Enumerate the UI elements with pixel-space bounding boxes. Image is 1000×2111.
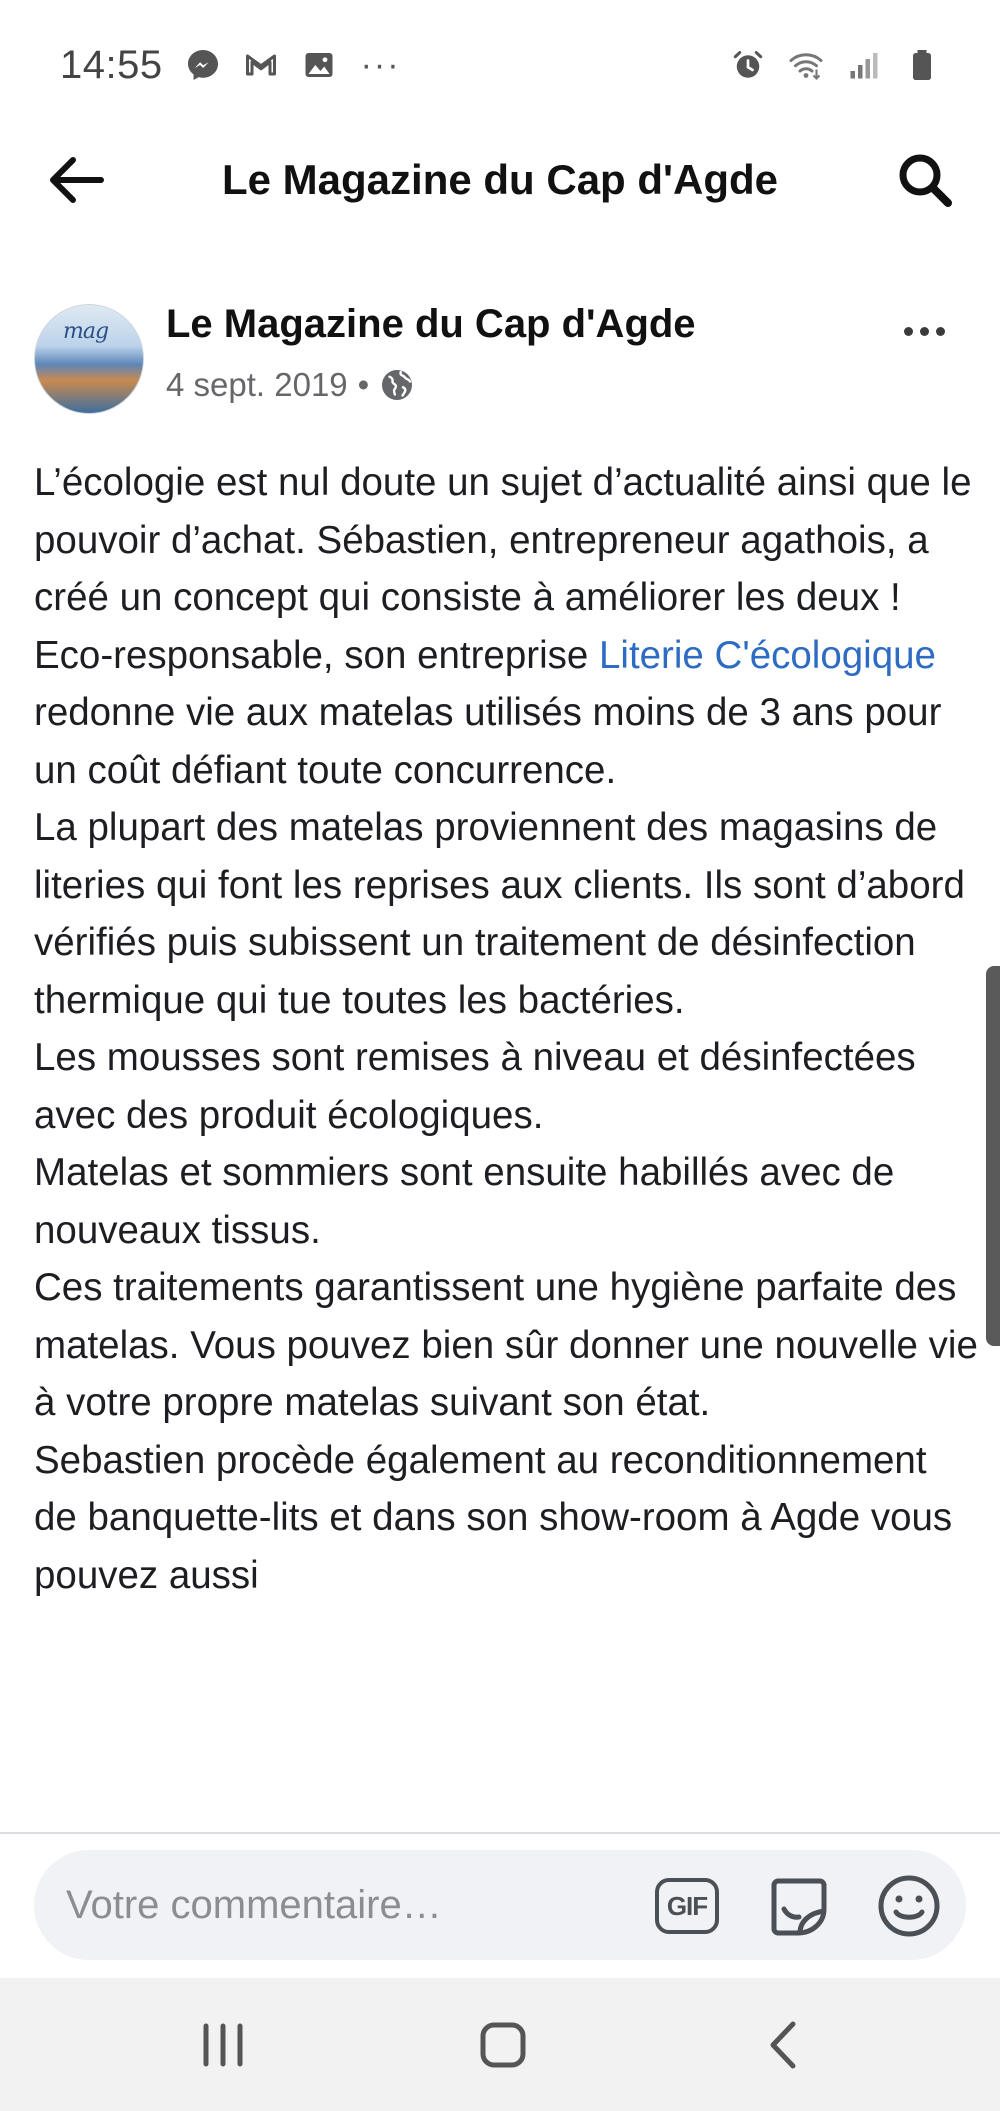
sticker-icon <box>771 1878 827 1936</box>
post-header: mag Le Magazine du Cap d'Agde 4 sept. 20… <box>0 298 1000 418</box>
post-paragraph: Sebastien procède également au reconditi… <box>34 1438 953 1597</box>
avatar-logo-text: mag <box>63 319 109 344</box>
author-name[interactable]: Le Magazine du Cap d'Agde <box>166 302 696 347</box>
messenger-icon <box>185 47 221 83</box>
battery-icon <box>904 47 940 83</box>
post-paragraph: L’écologie est nul doute un sujet d’actu… <box>34 461 972 619</box>
gif-label: GIF <box>666 1890 708 1921</box>
comment-input[interactable] <box>66 1850 626 1960</box>
page-link[interactable]: Literie C'écologique <box>599 634 936 677</box>
system-nav-bar <box>0 1978 1000 2111</box>
status-time: 14:55 <box>60 42 163 87</box>
gif-button[interactable]: GIF <box>654 1873 720 1939</box>
post-paragraph: Eco-responsable, son entreprise Literie … <box>34 627 980 800</box>
paragraph-text: redonne vie aux matelas utilisés moins d… <box>34 691 942 792</box>
signal-icon <box>846 47 882 83</box>
post-date[interactable]: 4 sept. 2019 <box>166 366 348 404</box>
arrow-left-icon <box>50 157 104 203</box>
post-meta: 4 sept. 2019 • <box>166 366 415 404</box>
scrollbar-thumb[interactable] <box>986 966 1000 1346</box>
home-button[interactable] <box>458 2000 548 2090</box>
post-paragraph: La plupart des matelas proviennent des m… <box>34 806 965 1022</box>
gif-icon: GIF <box>655 1878 719 1934</box>
more-horizontal-icon <box>903 326 913 336</box>
globe-icon <box>379 367 415 403</box>
emoji-button[interactable] <box>876 1873 942 1939</box>
home-icon <box>480 2022 526 2068</box>
recents-icon <box>203 2023 243 2067</box>
screen: 14:55 ··· Le Magazine du Cap d'Agde mag … <box>0 0 1000 2111</box>
avatar[interactable]: mag <box>34 304 144 414</box>
post-paragraph: Ces traitements garantissent une hygiène… <box>34 1266 978 1424</box>
paragraph-text: Eco-responsable, son entreprise <box>34 633 599 677</box>
composer-divider <box>0 1832 1000 1834</box>
wifi-icon <box>788 47 824 83</box>
app-header: Le Magazine du Cap d'Agde <box>0 130 1000 230</box>
search-button[interactable] <box>890 148 960 212</box>
search-icon <box>899 154 952 207</box>
more-options-button[interactable] <box>894 316 954 346</box>
emoji-icon <box>878 1875 940 1937</box>
alarm-icon <box>730 47 766 83</box>
system-icons <box>730 47 940 83</box>
gmail-icon <box>243 47 279 83</box>
system-back-button[interactable] <box>738 2000 828 2090</box>
back-button[interactable] <box>40 150 110 210</box>
post-paragraph: Les mousses sont remises à niveau et dés… <box>34 1036 916 1137</box>
page-title: Le Magazine du Cap d'Agde <box>221 156 779 203</box>
post-paragraph: Matelas et sommiers sont ensuite habillé… <box>34 1151 895 1252</box>
more-notifications-icon: ··· <box>360 45 401 84</box>
gallery-icon <box>301 47 337 83</box>
notification-icons <box>185 47 337 83</box>
status-bar: 14:55 ··· <box>0 0 1000 130</box>
back-icon <box>770 2021 796 2069</box>
meta-separator: • <box>357 366 370 403</box>
comment-composer: GIF <box>34 1850 966 1960</box>
sticker-button[interactable] <box>766 1873 832 1939</box>
post-text: L’écologie est nul doute un sujet d’actu… <box>34 454 980 1826</box>
recents-button[interactable] <box>178 2000 268 2090</box>
